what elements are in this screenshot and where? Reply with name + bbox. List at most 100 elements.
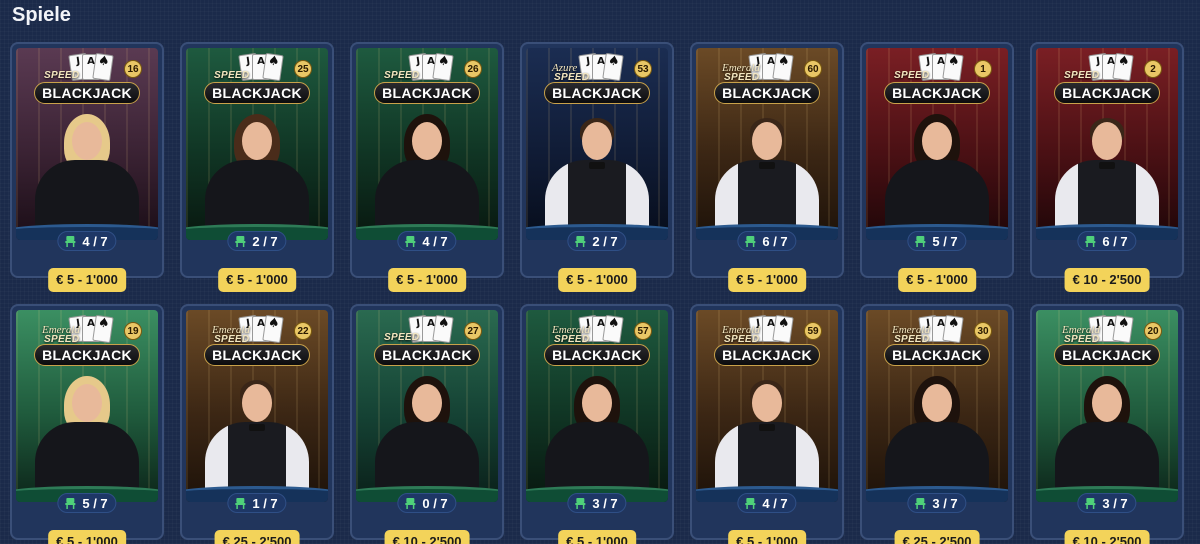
dealer-face bbox=[1092, 122, 1122, 160]
game-thumbnail-frame: J A ♠ SPEED BLACKJACK 25 2 / 7 bbox=[180, 42, 334, 278]
seat-count: 2 / 7 bbox=[252, 233, 278, 249]
dealer-face bbox=[752, 384, 782, 422]
seat-count: 3 / 7 bbox=[932, 495, 958, 511]
table-number-badge: 30 bbox=[974, 322, 992, 340]
bowtie-icon bbox=[759, 162, 775, 169]
dealer-face bbox=[242, 384, 272, 422]
game-logo: J A ♠ Emerald SPEED BLACKJACK 19 bbox=[28, 314, 146, 372]
game-title: BLACKJACK bbox=[544, 82, 650, 104]
game-tile[interactable]: J A ♠ Azure SPEED BLACKJACK 53 2 / 7 € 5… bbox=[520, 42, 674, 292]
game-thumbnail-frame: J A ♠ Emerald SPEED BLACKJACK 22 1 / 7 bbox=[180, 304, 334, 540]
chair-icon bbox=[235, 498, 246, 509]
game-thumbnail: J A ♠ Emerald SPEED BLACKJACK 59 bbox=[696, 310, 838, 502]
seat-count: 4 / 7 bbox=[422, 233, 448, 249]
game-title: BLACKJACK bbox=[204, 82, 310, 104]
game-thumbnail: J A ♠ SPEED BLACKJACK 16 bbox=[16, 48, 158, 240]
game-title: BLACKJACK bbox=[204, 344, 310, 366]
table-number-badge: 59 bbox=[804, 322, 822, 340]
game-thumbnail: J A ♠ SPEED BLACKJACK 27 bbox=[356, 310, 498, 502]
seat-count: 1 / 7 bbox=[252, 495, 278, 511]
game-logo: J A ♠ SPEED BLACKJACK 26 bbox=[368, 52, 486, 110]
chair-icon bbox=[65, 498, 76, 509]
game-tile[interactable]: J A ♠ Emerald SPEED BLACKJACK 22 1 / 7 €… bbox=[180, 304, 334, 544]
card-spade: ♠ bbox=[1112, 314, 1134, 344]
chair-icon bbox=[745, 498, 756, 509]
chair-icon bbox=[575, 498, 586, 509]
chair-icon bbox=[575, 236, 586, 247]
game-tile[interactable]: J A ♠ SPEED BLACKJACK 25 2 / 7 € 5 - 1'0… bbox=[180, 42, 334, 292]
game-thumbnail: J A ♠ Emerald SPEED BLACKJACK 30 bbox=[866, 310, 1008, 502]
bet-limits-badge: € 10 - 2'500 bbox=[1064, 268, 1150, 292]
dealer-face bbox=[922, 122, 952, 160]
game-title: BLACKJACK bbox=[714, 82, 820, 104]
game-tile[interactable]: J A ♠ SPEED BLACKJACK 1 5 / 7 € 5 - 1'00… bbox=[860, 42, 1014, 292]
game-title: BLACKJACK bbox=[544, 344, 650, 366]
seat-count: 5 / 7 bbox=[932, 233, 958, 249]
table-number-badge: 22 bbox=[294, 322, 312, 340]
table-number-badge: 57 bbox=[634, 322, 652, 340]
game-title: BLACKJACK bbox=[1054, 82, 1160, 104]
game-tile[interactable]: J A ♠ SPEED BLACKJACK 26 4 / 7 € 5 - 1'0… bbox=[350, 42, 504, 292]
seat-count: 0 / 7 bbox=[422, 495, 448, 511]
game-tile[interactable]: J A ♠ Emerald SPEED BLACKJACK 19 5 / 7 €… bbox=[10, 304, 164, 544]
dealer-face bbox=[72, 384, 102, 422]
seat-count: 3 / 7 bbox=[592, 495, 618, 511]
card-spade: ♠ bbox=[92, 52, 114, 82]
game-speed-label: SPEED bbox=[1064, 70, 1100, 81]
dealer-face bbox=[1092, 384, 1122, 422]
dealer-face bbox=[72, 122, 102, 160]
bowtie-icon bbox=[1099, 162, 1115, 169]
game-speed-label: SPEED bbox=[384, 332, 420, 343]
dealer-face bbox=[582, 122, 612, 160]
page-title: Spiele bbox=[12, 4, 71, 26]
table-number-badge: 1 bbox=[974, 60, 992, 78]
seat-availability: 2 / 7 bbox=[567, 231, 627, 251]
game-tile[interactable]: J A ♠ Emerald SPEED BLACKJACK 60 6 / 7 €… bbox=[690, 42, 844, 292]
game-title: BLACKJACK bbox=[884, 82, 990, 104]
game-tile[interactable]: J A ♠ SPEED BLACKJACK 16 4 / 7 € 5 - 1'0… bbox=[10, 42, 164, 292]
game-tile[interactable]: J A ♠ Emerald SPEED BLACKJACK 30 3 / 7 €… bbox=[860, 304, 1014, 544]
game-thumbnail-frame: J A ♠ Emerald SPEED BLACKJACK 19 5 / 7 bbox=[10, 304, 164, 540]
table-number-badge: 2 bbox=[1144, 60, 1162, 78]
chair-icon bbox=[745, 236, 756, 247]
game-tile[interactable]: J A ♠ Emerald SPEED BLACKJACK 57 3 / 7 €… bbox=[520, 304, 674, 544]
dealer-face bbox=[582, 384, 612, 422]
game-speed-label: SPEED bbox=[894, 70, 930, 81]
seat-availability: 4 / 7 bbox=[397, 231, 457, 251]
game-tile[interactable]: J A ♠ Emerald SPEED BLACKJACK 20 3 / 7 €… bbox=[1030, 304, 1184, 544]
game-tile[interactable]: J A ♠ SPEED BLACKJACK 2 6 / 7 € 10 - 2'5… bbox=[1030, 42, 1184, 292]
bowtie-icon bbox=[759, 424, 775, 431]
seat-availability: 3 / 7 bbox=[907, 493, 967, 513]
seat-availability: 2 / 7 bbox=[227, 231, 287, 251]
chair-icon bbox=[915, 236, 926, 247]
card-spade: ♠ bbox=[432, 52, 454, 82]
game-speed-label: SPEED bbox=[214, 70, 250, 81]
chair-icon bbox=[65, 236, 76, 247]
table-number-badge: 26 bbox=[464, 60, 482, 78]
seat-count: 5 / 7 bbox=[82, 495, 108, 511]
seat-availability: 3 / 7 bbox=[1077, 493, 1137, 513]
bet-limits-badge: € 5 - 1'000 bbox=[218, 268, 296, 292]
card-spade: ♠ bbox=[432, 314, 454, 344]
game-tile[interactable]: J A ♠ SPEED BLACKJACK 27 0 / 7 € 10 - 2'… bbox=[350, 304, 504, 544]
game-title: BLACKJACK bbox=[34, 344, 140, 366]
bowtie-icon bbox=[589, 162, 605, 169]
game-logo: J A ♠ Emerald SPEED BLACKJACK 20 bbox=[1048, 314, 1166, 372]
game-logo: J A ♠ Emerald SPEED BLACKJACK 57 bbox=[538, 314, 656, 372]
seat-count: 3 / 7 bbox=[1102, 495, 1128, 511]
bet-limits-badge: € 10 - 2'500 bbox=[384, 530, 470, 544]
game-title: BLACKJACK bbox=[374, 344, 480, 366]
game-thumbnail: J A ♠ Emerald SPEED BLACKJACK 60 bbox=[696, 48, 838, 240]
table-number-badge: 27 bbox=[464, 322, 482, 340]
game-title: BLACKJACK bbox=[1054, 344, 1160, 366]
seat-count: 4 / 7 bbox=[762, 495, 788, 511]
game-thumbnail: J A ♠ Emerald SPEED BLACKJACK 19 bbox=[16, 310, 158, 502]
game-tile[interactable]: J A ♠ Emerald SPEED BLACKJACK 59 4 / 7 €… bbox=[690, 304, 844, 544]
game-title: BLACKJACK bbox=[714, 344, 820, 366]
seat-availability: 5 / 7 bbox=[907, 231, 967, 251]
card-spade: ♠ bbox=[92, 314, 114, 344]
game-thumbnail-frame: J A ♠ Emerald SPEED BLACKJACK 60 6 / 7 bbox=[690, 42, 844, 278]
game-thumbnail-frame: J A ♠ SPEED BLACKJACK 2 6 / 7 bbox=[1030, 42, 1184, 278]
card-spade: ♠ bbox=[942, 52, 964, 82]
game-thumbnail-frame: J A ♠ SPEED BLACKJACK 27 0 / 7 bbox=[350, 304, 504, 540]
